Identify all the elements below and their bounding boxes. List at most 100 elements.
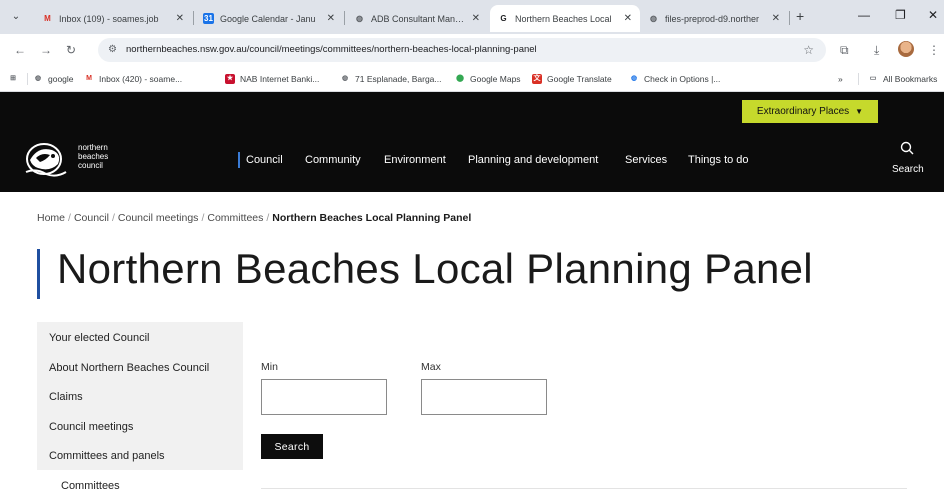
breadcrumb-separator: / xyxy=(201,212,205,224)
grid-icon: ⊞ xyxy=(10,75,16,82)
bookmark-maps[interactable]: ⬤ Google Maps xyxy=(455,72,521,86)
nav-council[interactable]: Council xyxy=(246,153,283,167)
close-icon[interactable]: ✕ xyxy=(176,13,184,24)
bookmark-label: NAB Internet Banki... xyxy=(240,74,320,84)
search-button[interactable]: Search xyxy=(261,434,323,459)
content-divider xyxy=(261,488,907,489)
apps-grid-icon[interactable]: ⊞ xyxy=(8,72,23,86)
forward-arrow-icon[interactable]: → xyxy=(40,43,52,57)
close-icon[interactable]: ✕ xyxy=(772,13,780,24)
nav-environment[interactable]: Environment xyxy=(384,153,446,167)
bookmark-inbox[interactable]: M Inbox (420) - soame... xyxy=(84,72,182,86)
site-header: Extraordinary Places ▼ northern beaches … xyxy=(0,92,944,192)
min-input[interactable] xyxy=(261,379,387,415)
bookmark-esplanade[interactable]: ◍ 71 Esplanade, Barga... xyxy=(340,72,442,86)
bookmark-check-in[interactable]: ◍ Check in Options |... xyxy=(629,72,720,86)
address-bar[interactable]: ⚙ northernbeaches.nsw.gov.au/council/mee… xyxy=(98,38,826,62)
back-arrow-icon[interactable]: ← xyxy=(14,43,26,57)
breadcrumb-committees[interactable]: Committees xyxy=(207,212,263,224)
sidebar-menu: Your elected Council About Northern Beac… xyxy=(37,322,243,470)
bookmarks-overflow[interactable]: » xyxy=(838,72,843,86)
extraordinary-places-label: Extraordinary Places xyxy=(756,106,850,117)
browser-tab-files[interactable]: ◍ files-preprod-d9.norther ✕ xyxy=(640,5,788,32)
sidebar-item-council-meetings[interactable]: Council meetings xyxy=(49,421,133,433)
tab-search-chevron-icon[interactable]: ⌄ xyxy=(8,9,24,25)
breadcrumb-separator: / xyxy=(266,212,270,224)
site-settings-icon[interactable]: ⚙ xyxy=(108,44,117,55)
breadcrumb-separator: / xyxy=(68,212,71,224)
sidebar-subitem-committees[interactable]: Committees xyxy=(61,480,120,492)
extraordinary-places-button[interactable]: Extraordinary Places ▼ xyxy=(742,100,878,123)
window-close-icon[interactable]: ✕ xyxy=(928,8,938,22)
logo-line: council xyxy=(78,161,103,170)
translate-icon: 文 xyxy=(532,74,542,84)
url-text[interactable]: northernbeaches.nsw.gov.au/council/meeti… xyxy=(126,44,537,55)
sidebar-item-claims[interactable]: Claims xyxy=(49,391,83,403)
bookmarks-bar: ⊞ ◍ google M Inbox (420) - soame... ★ NA… xyxy=(0,66,944,92)
globe-icon: ◍ xyxy=(650,14,657,23)
bookmark-google[interactable]: ◍ google xyxy=(33,72,74,86)
close-icon[interactable]: ✕ xyxy=(472,13,480,24)
overflow-label: » xyxy=(838,74,843,84)
tab-title: Northern Beaches Local xyxy=(515,13,612,24)
bookmark-nab[interactable]: ★ NAB Internet Banki... xyxy=(225,72,319,86)
header-search-label[interactable]: Search xyxy=(892,164,924,175)
search-icon[interactable] xyxy=(900,141,914,155)
close-icon[interactable]: ✕ xyxy=(624,13,632,24)
profile-avatar[interactable] xyxy=(898,41,914,57)
minimize-icon[interactable]: — xyxy=(858,8,870,22)
tab-divider xyxy=(344,11,345,25)
tab-title: ADB Consultant Manage xyxy=(371,13,466,24)
logo-line: beaches xyxy=(78,152,109,161)
breadcrumb-council-meetings[interactable]: Council meetings xyxy=(118,212,199,224)
restore-icon[interactable]: ❐ xyxy=(895,8,906,22)
extensions-icon[interactable]: ⧉ xyxy=(840,43,849,57)
bookmark-label: Google Translate xyxy=(547,74,612,84)
sidebar-item-your-elected-council[interactable]: Your elected Council xyxy=(49,332,150,344)
all-bookmarks-label: All Bookmarks xyxy=(883,74,938,84)
browser-tab-northern-beaches[interactable]: G Northern Beaches Local ✕ xyxy=(490,5,640,32)
close-icon[interactable]: ✕ xyxy=(327,13,335,24)
nav-community[interactable]: Community xyxy=(305,153,361,167)
bookmark-label: Google Maps xyxy=(470,74,521,84)
bookmark-label: google xyxy=(48,74,74,84)
menu-kebab-icon[interactable]: ⋮ xyxy=(928,43,940,57)
bookmark-label: Check in Options |... xyxy=(644,74,721,84)
maps-icon: ⬤ xyxy=(456,75,464,82)
reload-icon[interactable]: ↻ xyxy=(66,43,76,57)
browser-tab-bar: ⌄ M Inbox (109) - soames.job ✕ 31 Google… xyxy=(0,0,944,34)
bookmark-label: Inbox (420) - soame... xyxy=(99,74,183,84)
nav-services[interactable]: Services xyxy=(625,153,667,167)
nav-planning-and-development[interactable]: Planning and development xyxy=(468,153,598,167)
tab-title: Google Calendar - Janu xyxy=(220,13,316,24)
globe-icon: ◍ xyxy=(630,75,638,82)
globe-icon: ◍ xyxy=(356,14,363,23)
bookmark-divider xyxy=(27,73,28,85)
breadcrumb-current: Northern Beaches Local Planning Panel xyxy=(272,212,472,224)
all-bookmarks[interactable]: ▭ All Bookmarks xyxy=(868,72,938,86)
tab-divider xyxy=(789,11,790,25)
browser-tab-gmail[interactable]: M Inbox (109) - soames.job ✕ xyxy=(34,5,192,32)
new-tab-plus-icon[interactable]: + xyxy=(796,9,804,23)
council-logo[interactable] xyxy=(22,138,70,178)
breadcrumb-separator: / xyxy=(111,212,115,224)
folder-icon: ▭ xyxy=(869,75,877,82)
tab-title: Inbox (109) - soames.job xyxy=(59,13,159,24)
browser-tab-adb[interactable]: ◍ ADB Consultant Manage ✕ xyxy=(346,5,488,32)
sidebar-item-committees-and-panels[interactable]: Committees and panels xyxy=(49,450,165,462)
breadcrumb: Home / Council / Council meetings / Committees… xyxy=(37,212,471,224)
browser-tab-calendar[interactable]: 31 Google Calendar - Janu ✕ xyxy=(195,5,343,32)
logo-line: northern xyxy=(78,143,108,152)
gmail-icon: M xyxy=(86,75,92,82)
max-input[interactable] xyxy=(421,379,547,415)
breadcrumb-home[interactable]: Home xyxy=(37,212,65,224)
gmail-icon: M xyxy=(44,14,51,23)
bookmark-translate[interactable]: 文 Google Translate xyxy=(532,72,612,86)
download-icon[interactable]: ⤓ xyxy=(874,43,879,57)
council-logo-text: northern beaches council xyxy=(78,143,108,170)
breadcrumb-council[interactable]: Council xyxy=(74,212,109,224)
nav-things-to-do[interactable]: Things to do xyxy=(688,153,749,167)
bookmark-star-icon[interactable]: ☆ xyxy=(803,43,814,57)
sidebar-item-about-council[interactable]: About Northern Beaches Council xyxy=(49,362,209,374)
tab-divider xyxy=(193,11,194,25)
